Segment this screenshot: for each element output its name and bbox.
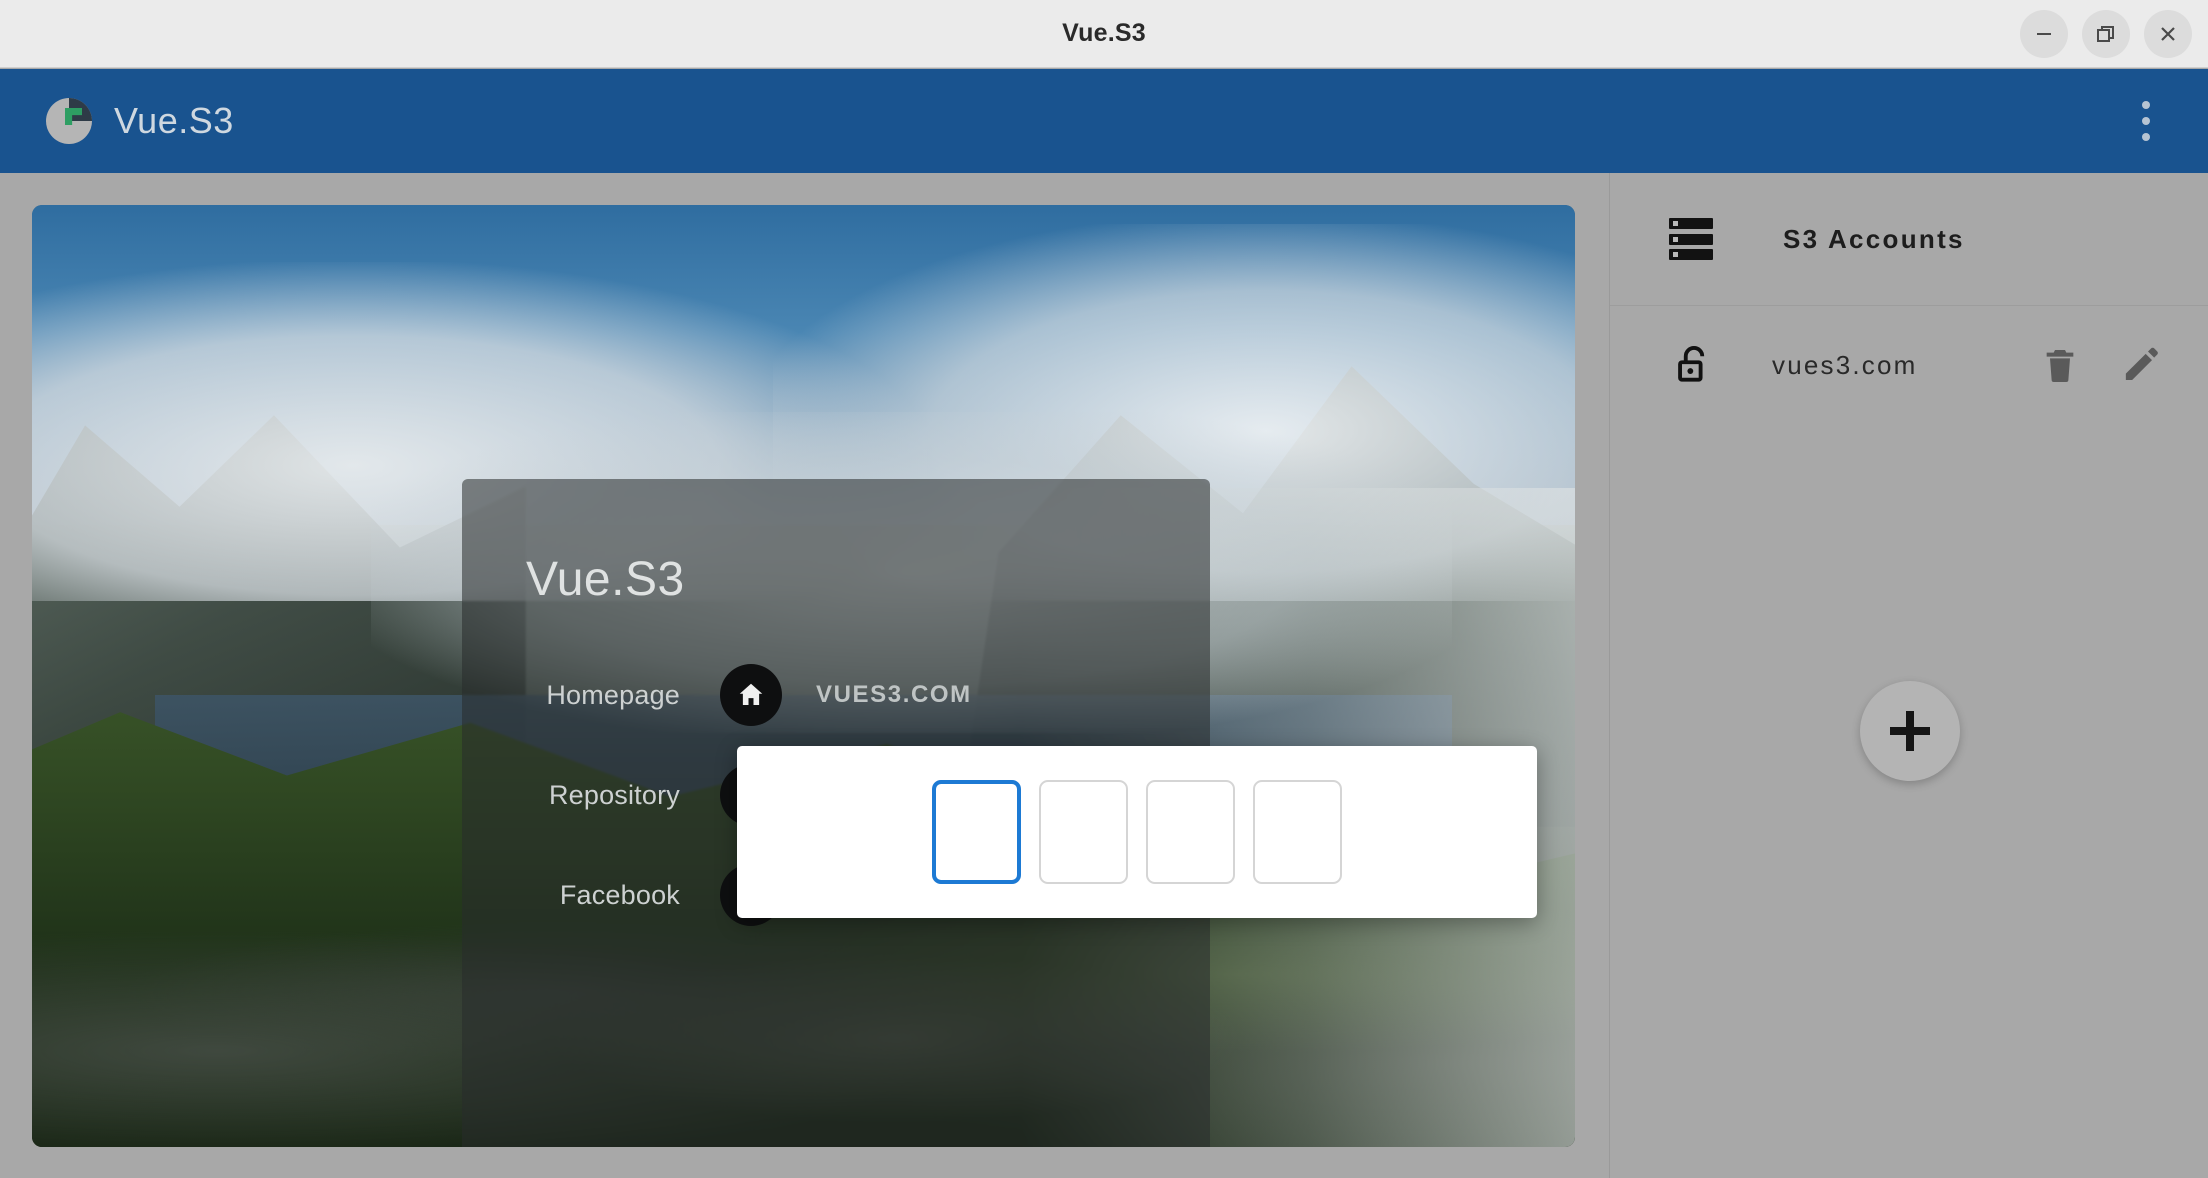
- add-account-button[interactable]: [1860, 681, 1960, 781]
- pin-digit-3[interactable]: [1146, 780, 1235, 884]
- maximize-button[interactable]: [2082, 9, 2130, 58]
- pin-digit-2[interactable]: [1039, 780, 1128, 884]
- minimize-icon: [2037, 32, 2051, 35]
- about-card-title: Vue.S3: [526, 553, 685, 606]
- minimize-button[interactable]: [2020, 9, 2068, 58]
- pencil-icon[interactable]: [2120, 344, 2160, 386]
- about-row-label: Homepage: [546, 679, 680, 710]
- kebab-menu-icon[interactable]: [2124, 91, 2168, 151]
- account-row-actions: [2040, 344, 2160, 386]
- about-row-value[interactable]: VUES3.COM: [816, 681, 972, 709]
- app-brand: Vue.S3: [46, 98, 234, 144]
- hero-image-panel: Vue.S3 Homepage VUES3.COM Repository Fac…: [32, 205, 1575, 1147]
- window-title: Vue.S3: [1062, 19, 1146, 47]
- sidebar-header-title: S3 Accounts: [1783, 223, 1965, 254]
- window-controls: [2020, 9, 2192, 58]
- about-row-label: Repository: [548, 779, 680, 810]
- window-titlebar: Vue.S3: [0, 0, 2208, 68]
- sidebar-header: S3 Accounts: [1610, 173, 2208, 306]
- account-list-item[interactable]: vues3.com: [1610, 306, 2208, 424]
- pin-digit-4[interactable]: [1253, 780, 1342, 884]
- close-icon: [2161, 26, 2175, 41]
- pie-chart-logo-icon: [46, 98, 92, 144]
- about-row-label: Facebook: [559, 879, 680, 910]
- main-content: Vue.S3 Homepage VUES3.COM Repository Fac…: [0, 173, 2208, 1178]
- unlocked-padlock-icon[interactable]: [1672, 342, 1716, 388]
- close-button[interactable]: [2144, 9, 2192, 58]
- about-row-homepage: Homepage VUES3.COM: [462, 664, 1210, 726]
- account-name: vues3.com: [1772, 349, 1918, 380]
- home-icon[interactable]: [720, 664, 782, 726]
- s3-accounts-sidebar: S3 Accounts vues3.com: [1609, 173, 2208, 1178]
- app-bar: Vue.S3: [0, 69, 2208, 173]
- pin-digit-1[interactable]: [932, 780, 1021, 884]
- server-storage-icon: [1669, 218, 1713, 260]
- app-bar-title: Vue.S3: [114, 100, 234, 141]
- pin-entry-dialog: [737, 746, 1537, 918]
- plus-icon: [1890, 711, 1930, 751]
- restore-icon: [2097, 25, 2114, 42]
- trash-icon[interactable]: [2040, 344, 2080, 386]
